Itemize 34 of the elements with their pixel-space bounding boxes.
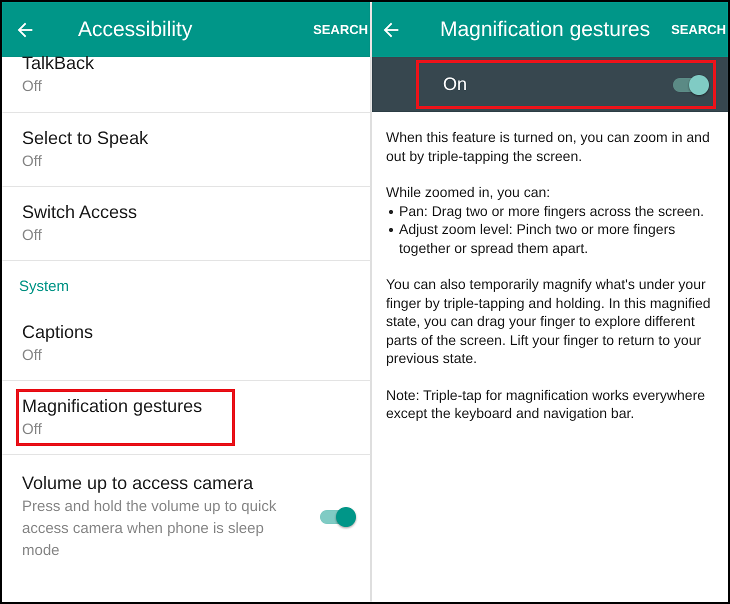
paragraph: While zoomed in, you can: [386, 183, 552, 202]
setting-row[interactable]: Captions Off [2, 307, 370, 381]
search-button[interactable]: SEARCH [313, 22, 368, 37]
screen-title: Accessibility [78, 18, 194, 42]
setting-row[interactable]: Select to Speak Off [2, 113, 370, 187]
search-button[interactable]: SEARCH [671, 22, 726, 37]
setting-title: Volume up to access camera [22, 472, 254, 495]
bullet-dot-icon [389, 228, 393, 232]
paragraph: You can also temporarily magnify what's under your finger by triple-tapping and holding. In this magnified state, you can drag your finger to explore different parts of the screen. Lift your finger to return to your previous state. [386, 275, 712, 368]
bullet-text: Pan: Drag two or more fingers across the screen. [399, 202, 706, 220]
setting-summary: Off [22, 346, 43, 366]
setting-title: Switch Access [22, 201, 138, 224]
setting-summary: Off [22, 152, 43, 172]
setting-row[interactable]: Magnification gestures Off [2, 381, 370, 455]
setting-title: Select to Speak [22, 127, 148, 150]
setting-row[interactable]: Volume up to access camera Press and hold the volume up to quick access camera when phone is sleep mode [2, 455, 370, 575]
bullet-dot-icon [389, 210, 393, 214]
setting-title: TalkBack [22, 52, 94, 75]
setting-summary: Off [22, 226, 43, 246]
section-header: System [18, 277, 70, 297]
paragraph: When this feature is turned on, you can zoom in and out by triple-tapping the screen. [386, 128, 711, 165]
paragraph: Note: Triple-tap for magnification works everywhere except the keyboard and navigation bar. [386, 386, 706, 422]
setting-summary: Off [22, 77, 43, 97]
setting-title: Magnification gestures [22, 395, 202, 418]
switch-label: On [443, 74, 468, 95]
setting-row[interactable]: Switch Access Off [2, 187, 370, 261]
setting-summary: Off [22, 420, 43, 440]
setting-title: Captions [22, 321, 94, 344]
bullet-text: Adjust zoom level: Pinch two or more fingers together or spread them apart. [399, 220, 676, 257]
toggle-switch[interactable] [318, 504, 356, 528]
screen-title: Magnification gestures [440, 18, 652, 42]
setting-row[interactable]: TalkBack Off [2, 51, 370, 113]
setting-summary: Press and hold the volume up to quick access camera when phone is sleep mode [22, 497, 278, 561]
toggle-switch[interactable] [671, 72, 709, 96]
